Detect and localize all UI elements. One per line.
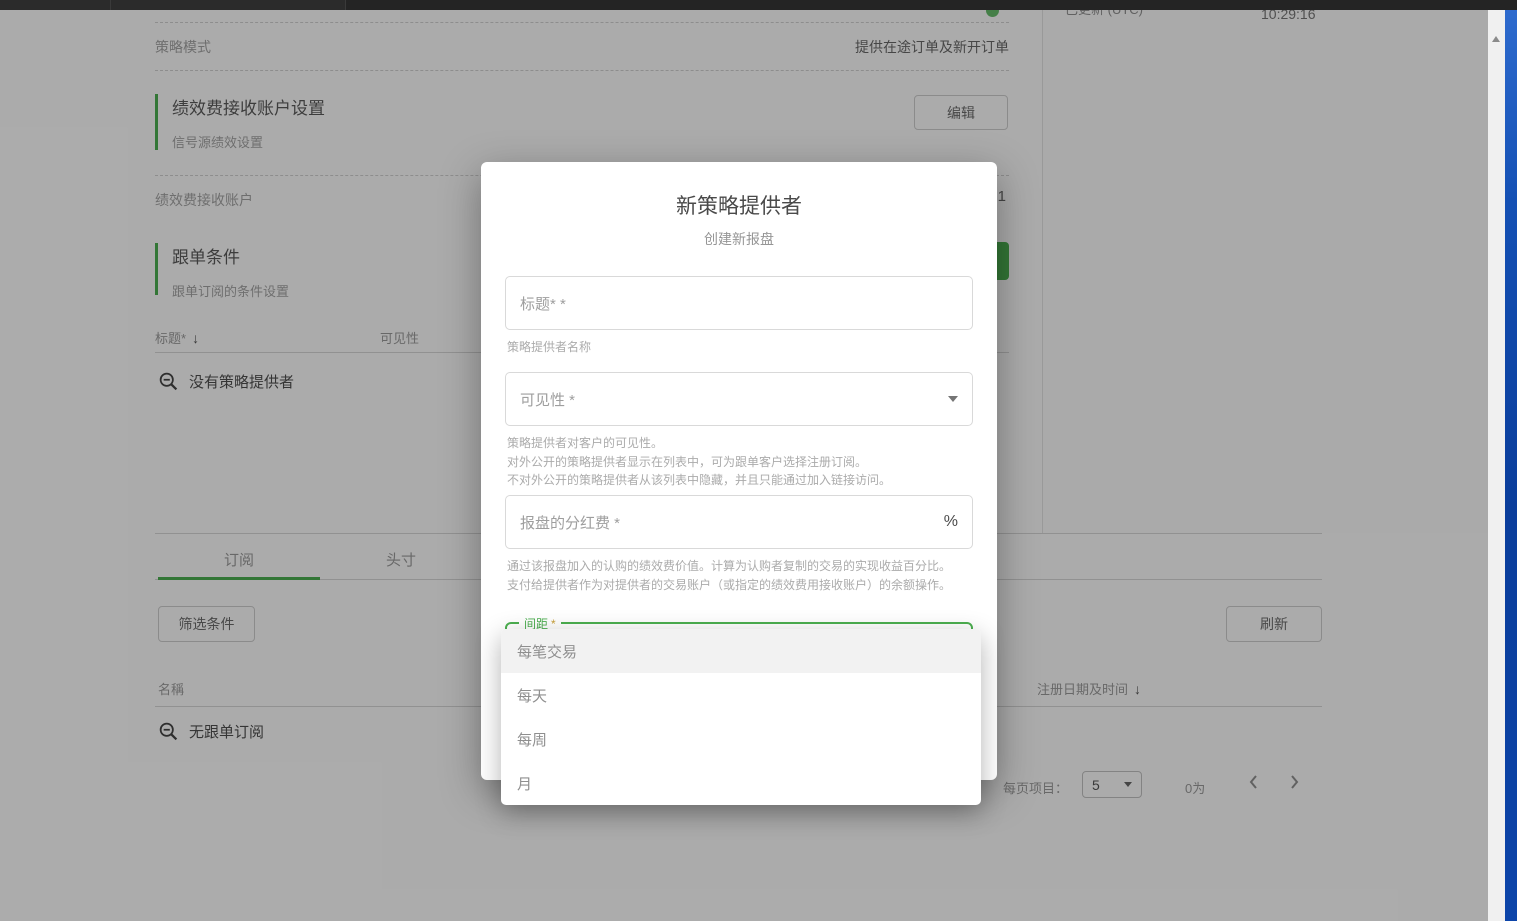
option-daily[interactable]: 每天 — [501, 673, 981, 717]
dialog-title: 新策略提供者 — [481, 190, 997, 220]
title-input[interactable]: 标题* * — [505, 276, 973, 330]
browser-tab-strip — [0, 0, 345, 10]
app-window: 已更新 (UTC) 10:29:16 策略模式 提供在途订单及新开订单 绩效费接… — [0, 0, 1517, 921]
title-helper: 策略提供者名称 — [507, 338, 952, 357]
scroll-up-icon[interactable] — [1492, 36, 1500, 42]
chevron-down-icon — [948, 396, 958, 402]
fee-helper: 通过该报盘加入的认购的绩效费价值。计算为认购者复制的交易的实现收益百分比。支付给… — [507, 557, 952, 594]
browser-top-edge — [0, 0, 1517, 10]
tab-separator — [110, 0, 111, 10]
visibility-label: 可见性 * — [520, 389, 575, 410]
fee-placeholder: 报盘的分红费 * — [520, 512, 620, 533]
dialog-subtitle: 创建新报盘 — [481, 229, 997, 249]
visibility-select[interactable]: 可见性 * — [505, 372, 973, 426]
tab-separator — [345, 0, 346, 10]
percent-suffix: % — [944, 513, 958, 531]
title-placeholder: 标题* * — [520, 293, 566, 314]
interval-options-menu: 每笔交易 每天 每周 月 — [501, 629, 981, 805]
option-weekly[interactable]: 每周 — [501, 717, 981, 761]
fee-input[interactable]: 报盘的分红费 * % — [505, 495, 973, 549]
option-monthly[interactable]: 月 — [501, 761, 981, 805]
page-scrollbar[interactable] — [1488, 10, 1505, 921]
option-per-trade[interactable]: 每笔交易 — [501, 629, 981, 673]
visibility-helper: 策略提供者对客户的可见性。 对外公开的策略提供者显示在列表中，可为跟单客户选择注… — [507, 434, 952, 490]
desktop-edge — [1505, 0, 1517, 921]
